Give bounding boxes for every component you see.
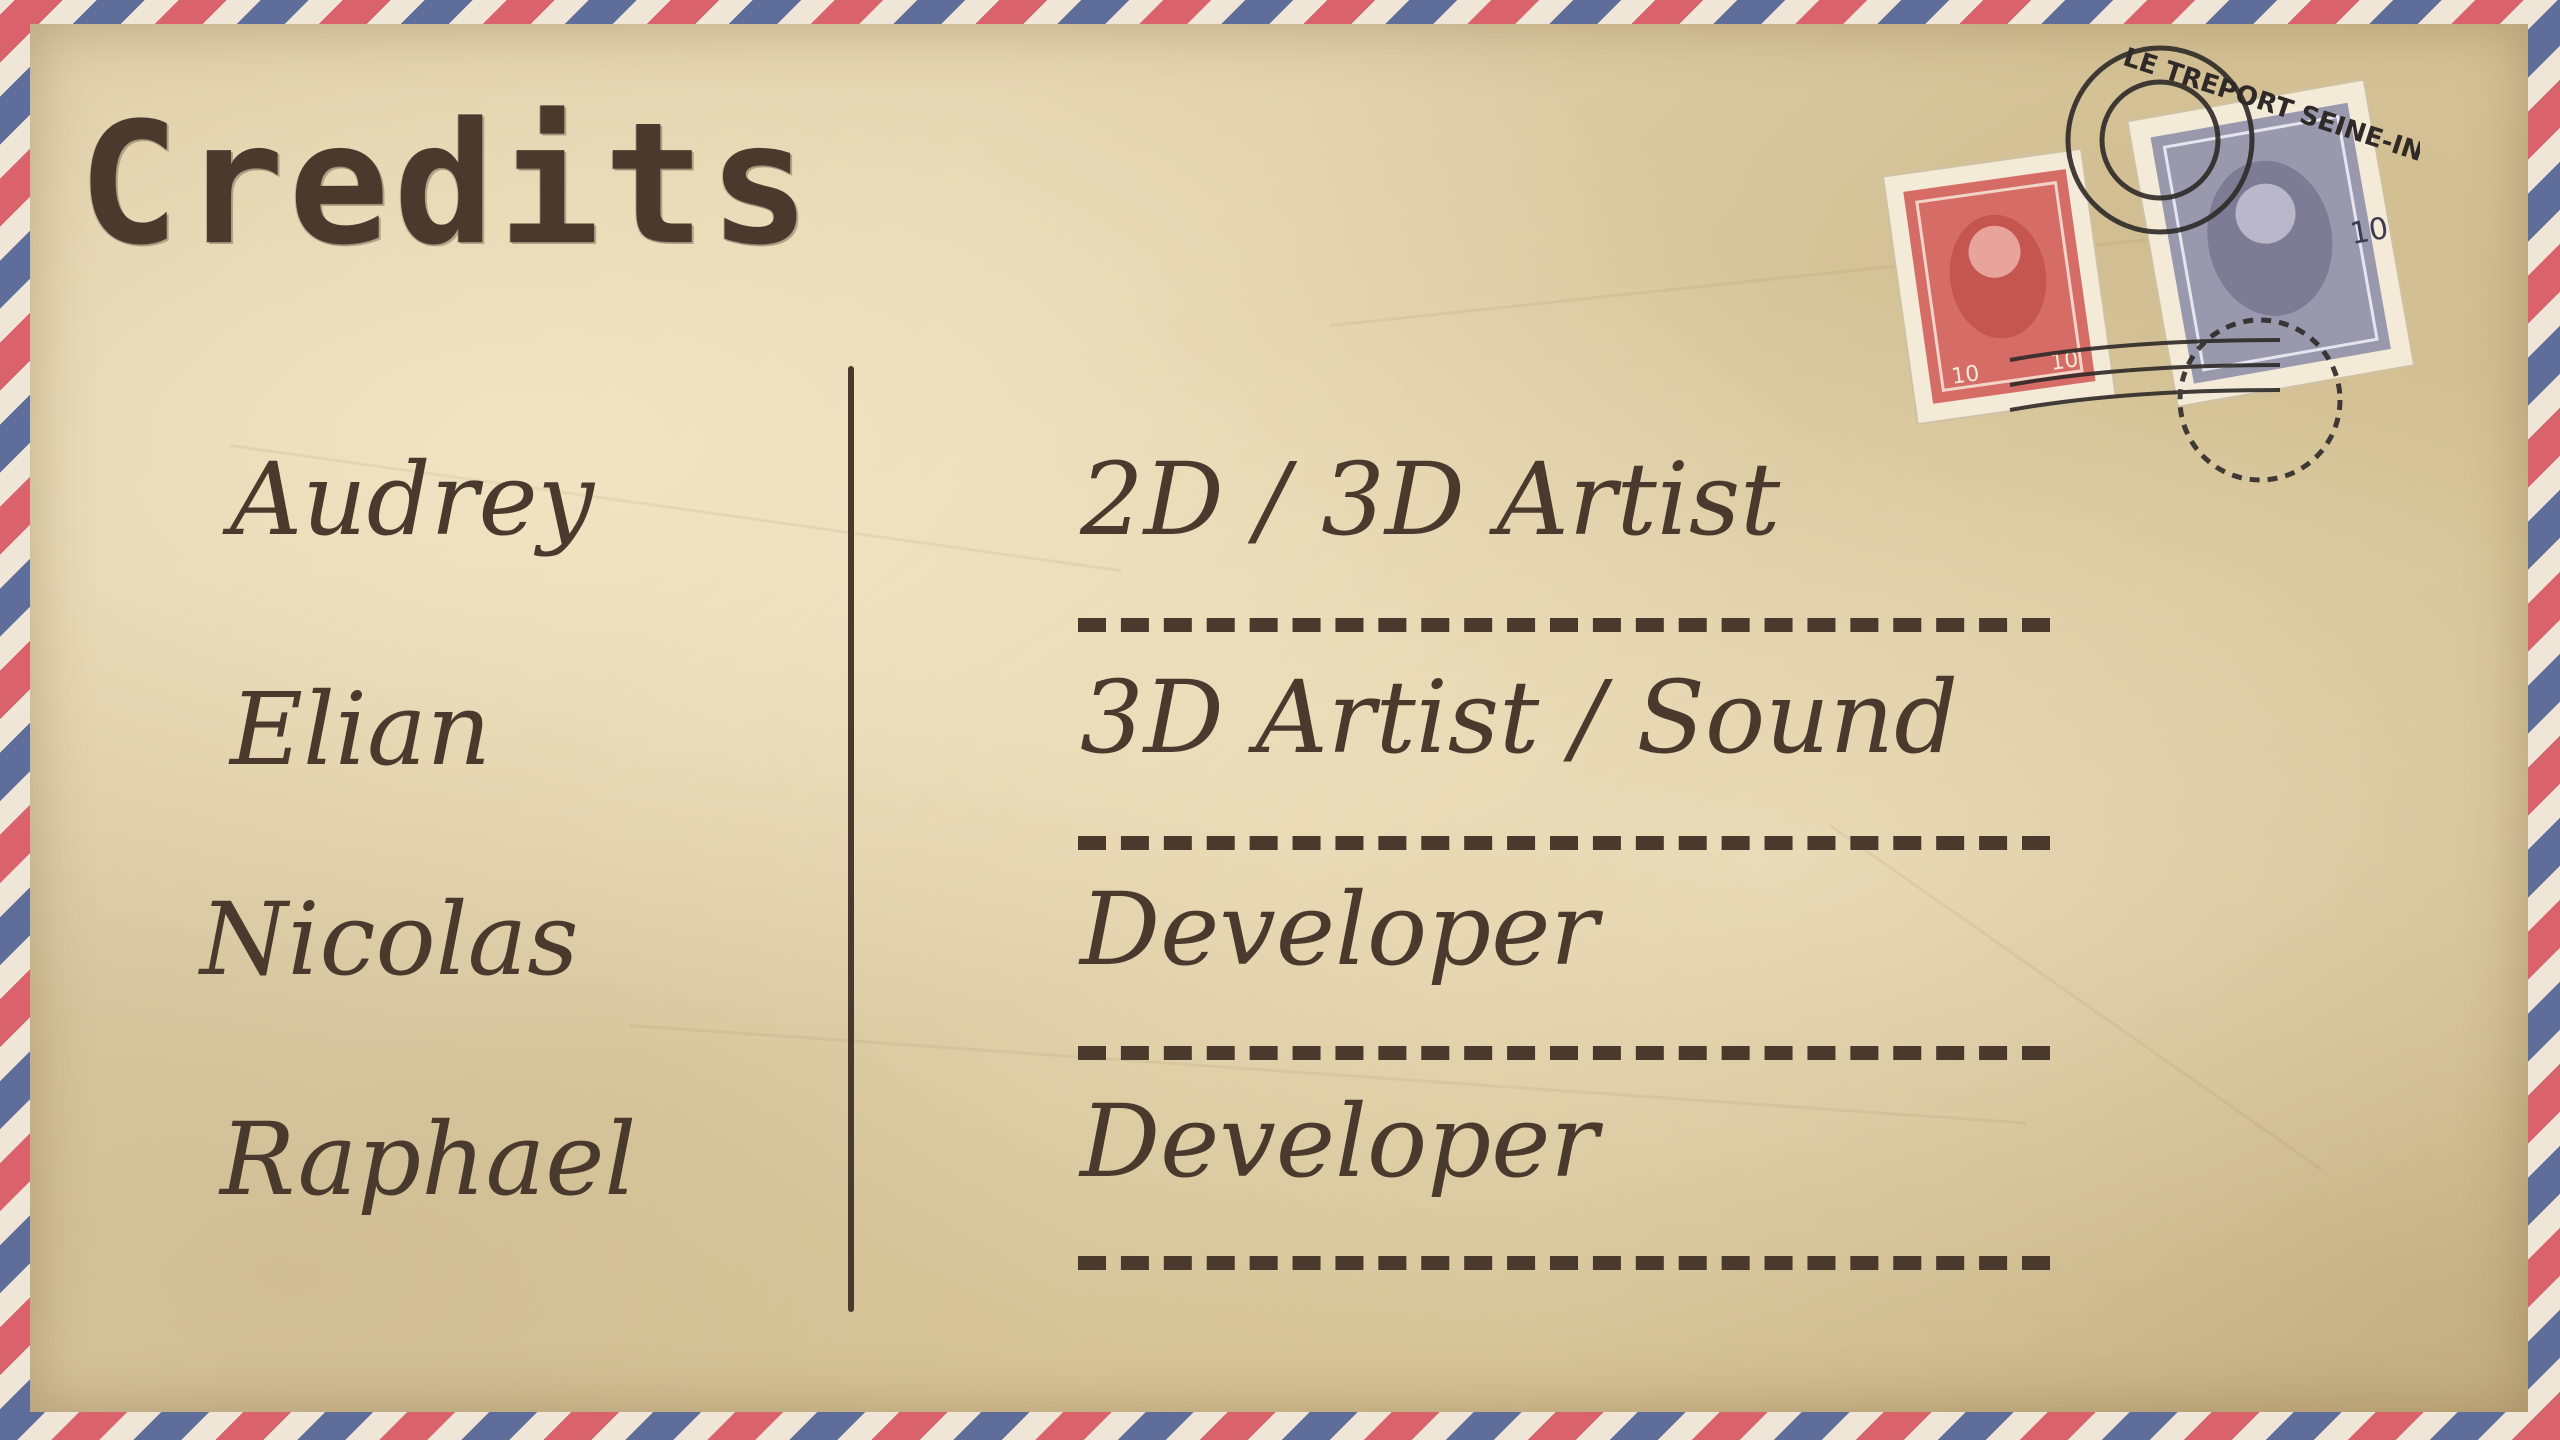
column-divider — [848, 366, 854, 1312]
paper-crease — [1829, 824, 2323, 1171]
dashed-separator — [1078, 618, 2050, 632]
credit-name-elian: Elian — [230, 671, 491, 788]
stamp1-value: 10 — [1950, 361, 1981, 390]
dashed-separator — [1078, 836, 2050, 850]
stamp2-value: 10 — [2347, 211, 2391, 252]
credit-role-nicolas: Developer — [1080, 871, 1599, 988]
credits-screen: Credits Audrey Elian Nicolas Raphael 2D … — [0, 0, 2560, 1440]
credit-name-nicolas: Nicolas — [200, 881, 579, 998]
credit-name-audrey: Audrey — [230, 441, 595, 558]
dashed-separator — [1078, 1046, 2050, 1060]
credit-role-elian: 3D Artist / Sound — [1080, 659, 1959, 776]
stamp-area: 10 10 10 LE TREPORT SEINE-INF — [1860, 40, 2444, 510]
credit-role-raphael: Developer — [1080, 1083, 1599, 1200]
dashed-separator — [1078, 1256, 2050, 1270]
credit-name-raphael: Raphael — [220, 1101, 637, 1218]
page-title: Credits — [78, 86, 815, 282]
credit-role-audrey: 2D / 3D Artist — [1080, 441, 1781, 558]
postage-stamp-icon: 10 10 10 LE TREPORT SEINE-INF — [1881, 43, 2444, 483]
